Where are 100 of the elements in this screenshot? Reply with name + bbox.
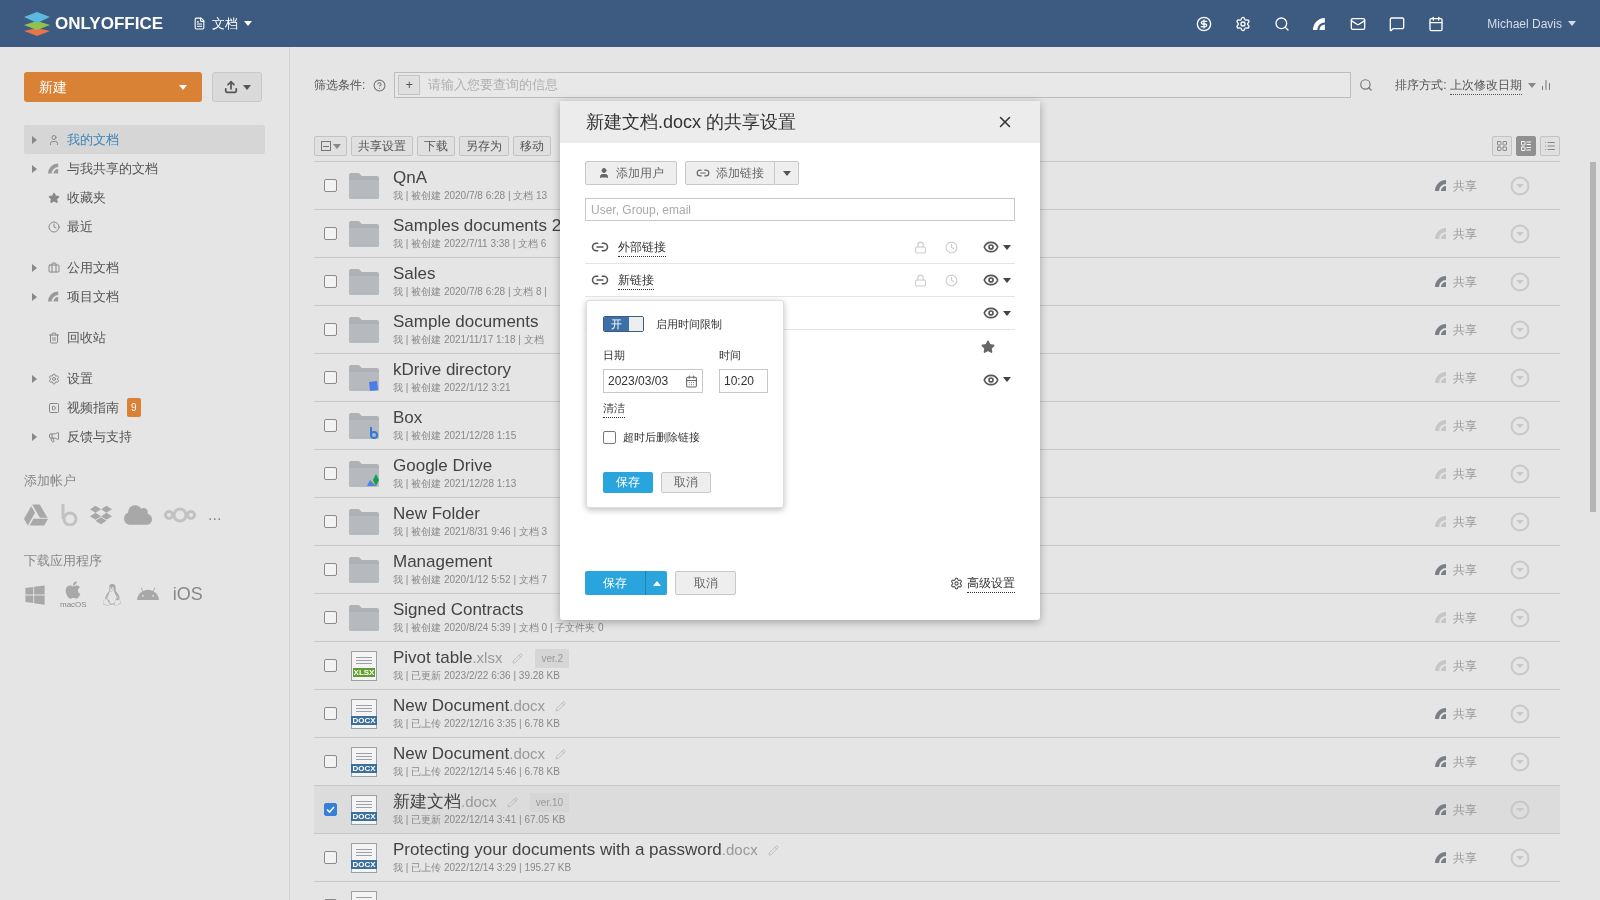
file-name[interactable]: New Document.docx xyxy=(393,696,546,716)
file-name[interactable]: New Document.docx xyxy=(393,744,546,764)
settings-icon[interactable] xyxy=(1235,15,1252,32)
expand-icon[interactable] xyxy=(32,432,37,441)
linux-icon[interactable] xyxy=(100,583,123,606)
search-icon[interactable] xyxy=(1359,78,1374,92)
time-limit-toggle[interactable]: 开 xyxy=(603,316,644,333)
clock-icon[interactable] xyxy=(945,273,958,287)
clock-icon[interactable] xyxy=(945,240,958,254)
file-row[interactable]: DOCX Protecting your documents with a password.docx 我 | 已上传 2022/12/14 3:29 | 195.27 KB 共享 xyxy=(314,834,1560,882)
row-checkbox[interactable] xyxy=(324,515,337,528)
file-name[interactable]: Google Drive xyxy=(393,456,493,476)
file-name[interactable]: New Folder xyxy=(393,504,480,524)
row-checkbox[interactable] xyxy=(324,755,337,768)
popup-cancel-button[interactable]: 取消 xyxy=(661,471,711,493)
expand-icon[interactable] xyxy=(32,263,37,272)
add-user-button[interactable]: 添加用户 xyxy=(585,161,677,185)
file-name[interactable]: 新建文档.docx xyxy=(393,792,497,812)
sidebar-item[interactable]: 与我共享的文档 xyxy=(24,154,265,183)
lock-icon[interactable] xyxy=(914,240,927,254)
file-name[interactable]: Protecting your documents with a password.docx xyxy=(393,840,758,860)
mail-icon[interactable] xyxy=(1350,15,1367,32)
row-checkbox[interactable] xyxy=(324,323,337,336)
chat-icon[interactable] xyxy=(1389,15,1406,32)
sidebar-item[interactable]: 回收站 xyxy=(24,323,265,352)
file-name[interactable]: Sample documents xyxy=(393,312,539,332)
scrollbar-thumb[interactable] xyxy=(1590,162,1596,512)
add-link-menu-button[interactable] xyxy=(775,161,799,185)
access-menu[interactable] xyxy=(983,305,1011,321)
sidebar-item[interactable]: 视频指南 9 xyxy=(24,393,265,422)
cancel-button[interactable]: 取消 xyxy=(675,571,736,595)
expand-icon[interactable] xyxy=(32,374,37,383)
row-checkbox[interactable] xyxy=(324,659,337,672)
file-name[interactable]: QnA xyxy=(393,168,428,188)
toolbar-button[interactable]: 下载 xyxy=(417,136,455,156)
sidebar-item[interactable]: 设置 xyxy=(24,364,265,393)
file-name[interactable]: Box xyxy=(393,408,423,428)
advanced-settings-link[interactable]: 高级设置 xyxy=(967,573,1015,593)
row-checkbox[interactable] xyxy=(324,227,337,240)
sort-order-icon[interactable] xyxy=(1539,79,1552,91)
date-field[interactable]: 2023/03/03 xyxy=(603,369,703,393)
module-menu[interactable]: 文档 xyxy=(193,13,252,34)
rings-icon[interactable] xyxy=(164,506,196,523)
row-checkbox[interactable] xyxy=(324,707,337,720)
feed-icon[interactable] xyxy=(1313,17,1328,30)
row-checkbox[interactable] xyxy=(324,851,337,864)
select-all-button[interactable] xyxy=(314,136,347,156)
clear-link[interactable]: 清洁 xyxy=(603,400,625,418)
access-menu[interactable] xyxy=(983,239,1011,255)
search-icon[interactable] xyxy=(1274,15,1291,32)
file-row[interactable]: XLSX Pivot table.xlsx ver.2 我 | 已更新 2023/2/22 6:36 | 39.28 KB 共享 xyxy=(314,642,1560,690)
payments-icon[interactable] xyxy=(1196,15,1213,32)
calendar-icon[interactable] xyxy=(685,374,698,388)
view-mode-button[interactable] xyxy=(1492,136,1512,156)
user-search-field[interactable]: User, Group, email xyxy=(585,198,1015,221)
row-checkbox[interactable] xyxy=(324,611,337,624)
file-name[interactable]: Samples documents 2 xyxy=(393,216,562,236)
view-mode-button[interactable] xyxy=(1540,136,1560,156)
row-checkbox[interactable] xyxy=(324,803,337,816)
expand-icon[interactable] xyxy=(32,164,37,173)
row-checkbox[interactable] xyxy=(324,371,337,384)
help-icon[interactable] xyxy=(373,78,387,92)
sidebar-item[interactable]: 反馈与支持 xyxy=(24,422,265,451)
drive-icon[interactable] xyxy=(24,502,48,527)
box-icon[interactable] xyxy=(60,503,78,526)
time-field[interactable]: 10:20 xyxy=(719,369,768,393)
expand-icon[interactable] xyxy=(32,292,37,301)
expand-icon[interactable] xyxy=(32,135,37,144)
row-checkbox[interactable] xyxy=(324,275,337,288)
file-row[interactable]: DOCX New Document.docx 我 | 已上传 2022/12/16 3:35 | 6.78 KB 共享 xyxy=(314,690,1560,738)
sidebar-item[interactable]: 项目文档 xyxy=(24,282,265,311)
file-name[interactable]: Sales xyxy=(393,264,436,284)
sidebar-item[interactable]: 公用文档 xyxy=(24,253,265,282)
toolbar-button[interactable]: 移动 xyxy=(513,136,551,156)
sort-link[interactable]: 上次修改日期 xyxy=(1449,75,1522,95)
link-name[interactable]: 外部链接 xyxy=(618,237,666,257)
row-checkbox[interactable] xyxy=(324,467,337,480)
file-name[interactable]: Signed Contracts xyxy=(393,600,524,620)
windows-icon[interactable] xyxy=(24,583,46,606)
user-menu[interactable]: Michael Davis xyxy=(1487,14,1576,33)
file-name[interactable]: Management xyxy=(393,552,493,572)
view-mode-button[interactable] xyxy=(1516,136,1536,156)
sidebar-item[interactable]: 最近 xyxy=(24,212,265,241)
access-menu[interactable] xyxy=(983,272,1011,288)
link-name[interactable]: 新链接 xyxy=(618,270,654,290)
row-checkbox[interactable] xyxy=(324,563,337,576)
toolbar-button[interactable]: 共享设置 xyxy=(351,136,413,156)
upload-button[interactable] xyxy=(212,72,262,102)
delete-checkbox[interactable] xyxy=(603,430,616,444)
dropbox-icon[interactable] xyxy=(90,503,112,526)
add-link-button[interactable]: 添加链接 xyxy=(685,161,775,185)
row-checkbox[interactable] xyxy=(324,419,337,432)
lock-icon[interactable] xyxy=(914,273,927,287)
toolbar-button[interactable]: 另存为 xyxy=(459,136,509,156)
add-filter-button[interactable]: + xyxy=(398,75,421,95)
file-name[interactable]: Pivot table.xlsx xyxy=(393,648,503,668)
save-menu-button[interactable] xyxy=(645,571,667,595)
row-checkbox[interactable] xyxy=(324,179,337,192)
calendar-icon[interactable] xyxy=(1428,15,1445,32)
file-name[interactable]: kDrive directory xyxy=(393,360,512,380)
